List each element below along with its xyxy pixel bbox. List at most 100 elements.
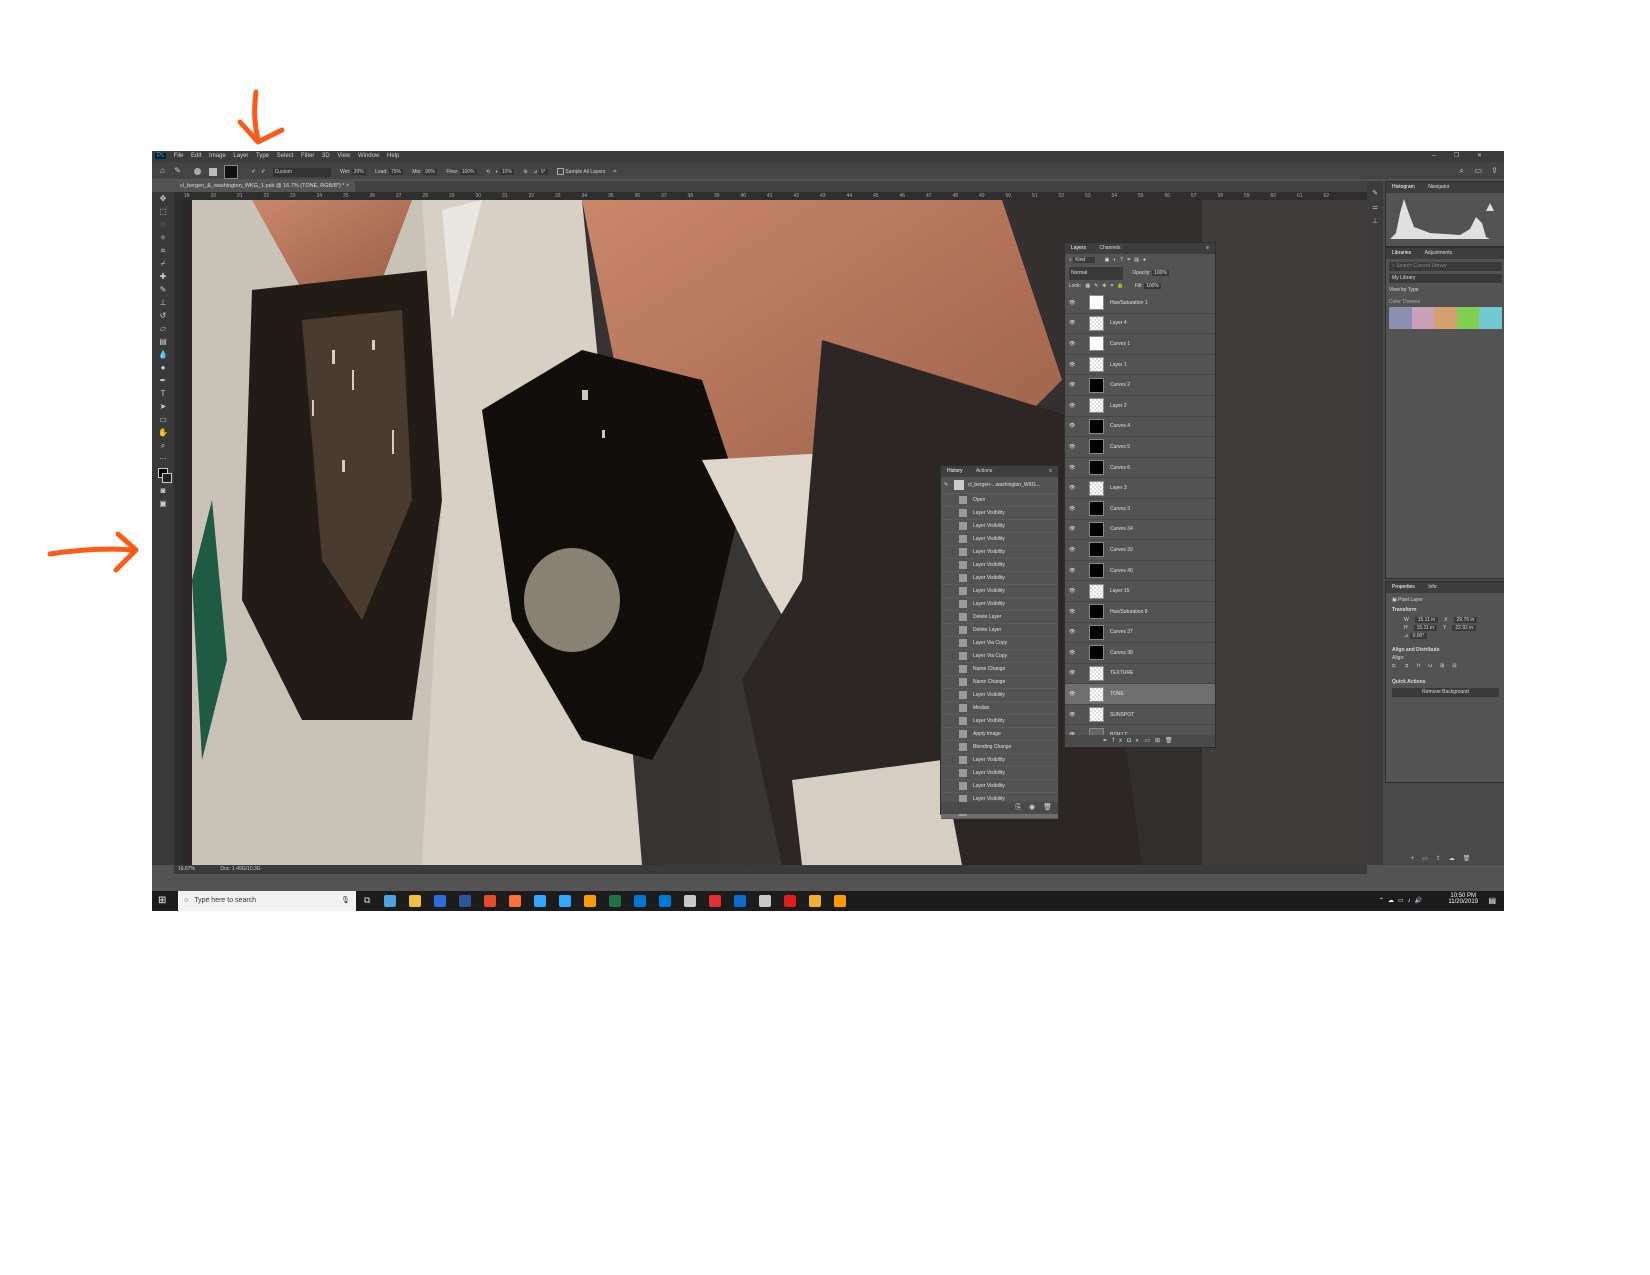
layer-visibility-eye-icon[interactable]: 👁 [1069, 588, 1081, 594]
add-icon[interactable]: + [1411, 856, 1423, 862]
tab-navigator[interactable]: Navigator [1428, 184, 1449, 190]
library-search-input[interactable]: ⌕ Search Current Library [1389, 262, 1502, 271]
cloud-icon[interactable]: ☁ [1449, 856, 1463, 862]
x-input[interactable]: 29.76 in [1453, 617, 1478, 623]
history-state[interactable]: Name Change [941, 676, 1058, 689]
history-state[interactable]: Layer Visibility [941, 780, 1058, 793]
layer-visibility-eye-icon[interactable]: 👁 [1069, 362, 1081, 368]
angle-value[interactable]: 10% [499, 169, 514, 175]
taskbar-app-icon[interactable] [609, 895, 621, 907]
layer-visibility-eye-icon[interactable]: 👁 [1069, 506, 1081, 512]
layer-visibility-eye-icon[interactable]: 👁 [1069, 650, 1081, 656]
screen-mode-icon[interactable]: ▣ [156, 498, 170, 510]
dodge-tool-icon[interactable]: ● [156, 362, 170, 374]
history-snapshot[interactable]: ✎ cl_bergen-...washington_WKG... [941, 477, 1058, 494]
menu-type[interactable]: Type [256, 153, 269, 159]
layer-visibility-eye-icon[interactable]: 👁 [1069, 712, 1081, 718]
layer-visibility-eye-icon[interactable]: 👁 [1069, 341, 1081, 347]
layer-row[interactable]: 👁 Curves 2 [1065, 375, 1215, 396]
warning-icon[interactable] [1486, 203, 1494, 211]
color-swatch[interactable] [1389, 307, 1412, 329]
history-state[interactable]: Layer Visibility [941, 715, 1058, 728]
taskbar-app-icon[interactable] [659, 895, 671, 907]
pen-tool-icon[interactable]: ✒ [156, 375, 170, 387]
healing-tool-icon[interactable]: ✚ [156, 271, 170, 283]
trash-icon[interactable]: 🗑 [1463, 856, 1479, 862]
tab-adjustments[interactable]: Adjustments [1425, 250, 1453, 256]
layer-visibility-eye-icon[interactable]: 👁 [1069, 485, 1081, 491]
pressure-icon[interactable]: ✑ [613, 169, 617, 175]
layer-visibility-eye-icon[interactable]: 👁 [1069, 382, 1081, 388]
zoom-level[interactable]: 16.67% [178, 866, 195, 872]
taskbar-app-icon[interactable] [459, 895, 471, 907]
lock-icons[interactable]: ▦✎✥⌗🔒 [1085, 283, 1127, 289]
add-mask-icon[interactable]: ◘ [1127, 738, 1136, 744]
edit-toolbar-icon[interactable]: ⋯ [156, 453, 170, 465]
history-state[interactable]: Layer Via Copy [941, 637, 1058, 650]
transform-heading[interactable]: Transform [1392, 607, 1499, 613]
zoom-tool-icon[interactable]: ⌕ [156, 440, 170, 452]
workspace-icon[interactable]: ▭ [1474, 162, 1482, 179]
new-group-icon[interactable]: ▭ [1144, 738, 1155, 744]
color-swatch[interactable] [1434, 307, 1457, 329]
menu-image[interactable]: Image [209, 153, 226, 159]
history-state[interactable]: Layer Visibility [941, 507, 1058, 520]
blur-tool-icon[interactable]: 💧 [156, 349, 170, 361]
settings-gear-icon[interactable]: ⚙ [523, 169, 527, 175]
align-heading[interactable]: Align and Distribute [1392, 647, 1499, 653]
tab-history[interactable]: History [947, 468, 963, 474]
tab-layers[interactable]: Layers [1071, 245, 1086, 251]
taskbar-app-icon[interactable] [434, 895, 446, 907]
taskbar-app-icon[interactable] [584, 895, 596, 907]
gradient-tool-icon[interactable]: ▤ [156, 336, 170, 348]
flow-value[interactable]: 100% [459, 169, 477, 175]
color-swatch[interactable] [1479, 307, 1502, 329]
layer-visibility-eye-icon[interactable]: 👁 [1069, 547, 1081, 553]
color-theme-swatches[interactable] [1389, 307, 1502, 329]
menu-layer[interactable]: Layer [233, 153, 248, 159]
layer-row[interactable]: 👁 Layer 4 [1065, 314, 1215, 335]
menu-file[interactable]: File [174, 153, 184, 159]
new-document-from-state-icon[interactable]: ⎘ [1015, 804, 1021, 811]
mixer-brush-icon[interactable]: ✎ [174, 166, 181, 175]
tab-histogram[interactable]: Histogram [1392, 184, 1415, 190]
doc-size[interactable]: Doc: 1.49G/10.3G [220, 866, 260, 872]
crop-tool-icon[interactable]: ⌗ [156, 245, 170, 257]
tab-libraries[interactable]: Libraries [1392, 250, 1411, 256]
history-state[interactable]: Open [941, 494, 1058, 507]
history-state[interactable]: Layer Visibility [941, 689, 1058, 702]
hand-tool-icon[interactable]: ✋ [156, 427, 170, 439]
clone-source-icon[interactable]: ⊥ [1367, 217, 1383, 225]
layer-row[interactable]: 👁 Layer 1 [1065, 355, 1215, 376]
library-select[interactable]: My Library [1389, 274, 1502, 283]
width-input[interactable]: 15.11 in [1414, 617, 1439, 623]
tab-properties[interactable]: Properties [1392, 584, 1415, 590]
menu-3d[interactable]: 3D [322, 153, 330, 159]
taskbar-app-icon[interactable] [409, 895, 421, 907]
smoothing-icon[interactable]: ⊿ [533, 169, 537, 175]
menu-edit[interactable]: Edit [191, 153, 201, 159]
sample-all-layers-checkbox[interactable] [556, 168, 564, 176]
new-snapshot-icon[interactable]: ◉ [1029, 804, 1035, 811]
search-icon[interactable]: ⌕ [1460, 162, 1464, 179]
color-swatch[interactable] [1411, 307, 1435, 329]
new-layer-icon[interactable]: ⊞ [1155, 738, 1165, 744]
brush-settings-icon[interactable]: ✎ [1367, 189, 1383, 197]
layer-visibility-eye-icon[interactable]: 👁 [1069, 526, 1081, 532]
layer-visibility-eye-icon[interactable]: 👁 [1069, 423, 1081, 429]
layer-row[interactable]: 👁 Curves 40 [1065, 561, 1215, 582]
menu-filter[interactable]: Filter [301, 153, 314, 159]
quick-select-tool-icon[interactable]: ✧ [156, 232, 170, 244]
history-state[interactable]: Layer Visibility [941, 559, 1058, 572]
color-swatch[interactable] [1456, 307, 1480, 329]
home-icon[interactable]: ⌂ [160, 166, 165, 175]
adjust-icon[interactable]: ⚌ [1367, 203, 1383, 211]
menu-help[interactable]: Help [387, 153, 399, 159]
preset-select[interactable]: Custom [272, 168, 331, 177]
layer-row[interactable]: 👁 Curves 39 [1065, 540, 1215, 561]
panel-menu-icon[interactable]: ≡ [1049, 466, 1052, 477]
taskbar-app-icon[interactable] [534, 895, 546, 907]
history-state[interactable]: Layer Visibility [941, 546, 1058, 559]
windows-start-icon[interactable]: ⊞ [158, 895, 166, 906]
load-brush-icon[interactable]: ✐ [252, 169, 256, 175]
